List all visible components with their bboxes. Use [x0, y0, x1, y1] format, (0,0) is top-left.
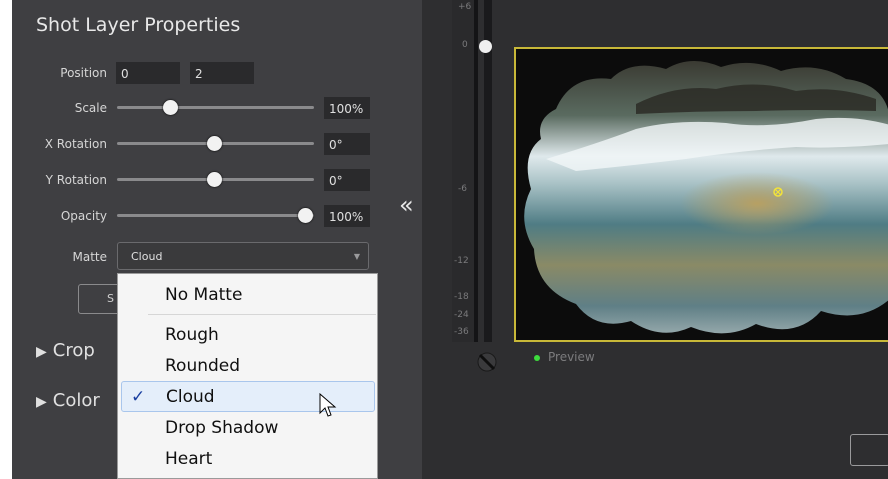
- position-x-input[interactable]: 0: [116, 62, 180, 84]
- position-label: Position: [60, 66, 107, 80]
- meter-tick: -12: [454, 256, 469, 266]
- preview-label: Preview: [548, 350, 595, 364]
- x-rotation-slider-knob[interactable]: [207, 136, 222, 151]
- crop-section-toggle[interactable]: ▶ Crop: [36, 340, 95, 361]
- menu-item-rounded[interactable]: Rounded: [118, 351, 377, 382]
- cloud-matte-image: [524, 61, 888, 334]
- meter-tick: 0: [462, 40, 468, 50]
- meter-tick: +6: [458, 2, 472, 12]
- scale-value[interactable]: 100%: [324, 97, 370, 119]
- panel-title: Shot Layer Properties: [36, 14, 241, 36]
- menu-item-cloud-label: Cloud: [166, 387, 215, 407]
- y-rotation-value[interactable]: 0°: [324, 169, 370, 191]
- scale-slider-knob[interactable]: [163, 100, 178, 115]
- matte-dropdown[interactable]: Cloud ▼: [117, 242, 369, 270]
- color-section-toggle[interactable]: ▶ Color: [36, 390, 100, 411]
- matte-dropdown-value: Cloud: [131, 250, 163, 263]
- meter-tick: -6: [458, 184, 467, 194]
- opacity-slider-track[interactable]: [117, 214, 314, 217]
- volume-slider-knob[interactable]: [479, 40, 492, 53]
- opacity-value[interactable]: 100%: [324, 205, 370, 227]
- crop-section-label: Crop: [52, 340, 95, 361]
- meter-divider: [474, 0, 478, 342]
- mouse-pointer-icon: [319, 393, 337, 417]
- matte-label: Matte: [72, 250, 108, 264]
- preview-status: Preview: [534, 350, 595, 364]
- collapse-panel-icon[interactable]: «: [399, 191, 414, 219]
- position-y-input[interactable]: 2: [190, 62, 254, 84]
- menu-separator: [148, 314, 376, 315]
- y-rotation-label: Y Rotation: [45, 173, 107, 187]
- partially-visible-button[interactable]: [850, 434, 888, 466]
- opacity-slider-knob[interactable]: [298, 208, 313, 223]
- meter-tick: -36: [454, 327, 469, 337]
- mute-icon[interactable]: [476, 351, 498, 373]
- preview-indicator-icon: [534, 354, 540, 361]
- x-rotation-value[interactable]: 0°: [324, 133, 370, 155]
- y-rotation-slider-knob[interactable]: [207, 172, 222, 187]
- scale-label: Scale: [74, 101, 107, 115]
- expand-triangle-icon: ▶: [36, 394, 47, 410]
- scale-slider-track[interactable]: [117, 106, 314, 109]
- meter-tick: -24: [454, 310, 469, 320]
- video-preview[interactable]: [514, 47, 888, 342]
- menu-item-rough[interactable]: Rough: [118, 320, 377, 351]
- matte-dropdown-menu: No Matte Rough Rounded ✓ Cloud Drop Shad…: [117, 273, 378, 479]
- chevron-down-icon: ▼: [353, 252, 360, 261]
- x-rotation-label: X Rotation: [44, 137, 107, 151]
- menu-item-drop-shadow[interactable]: Drop Shadow: [118, 413, 377, 444]
- expand-triangle-icon: ▶: [36, 344, 47, 360]
- menu-item-no-matte[interactable]: No Matte: [118, 280, 377, 311]
- audio-meter: [452, 0, 474, 342]
- meter-tick: -18: [454, 292, 469, 302]
- checkmark-icon: ✓: [131, 387, 146, 407]
- color-section-label: Color: [52, 390, 100, 411]
- menu-item-heart[interactable]: Heart: [118, 444, 377, 475]
- opacity-label: Opacity: [60, 209, 107, 223]
